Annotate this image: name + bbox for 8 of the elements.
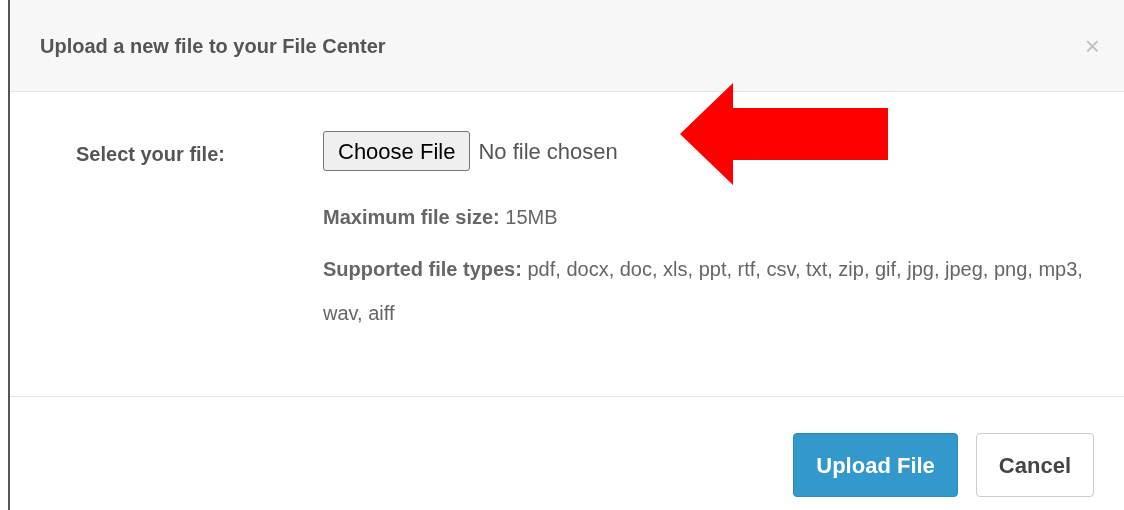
dialog-title: Upload a new file to your File Center [40,33,386,59]
field-label: Select your file: [76,143,225,165]
file-status: No file chosen [478,137,618,166]
file-info-text: Supported file types: pdf, docx, doc, xls, ppt, rtf, csv, txt, zip, gif, jpg, jpeg, png, mp3, wav, aiff [323,257,1084,326]
cancel-button[interactable]: Cancel [975,433,1094,497]
choose-file-button[interactable]: Choose File [323,131,471,171]
file-info-text: Maximum file size: 15MB [323,205,559,230]
arrow-icon [680,83,888,185]
